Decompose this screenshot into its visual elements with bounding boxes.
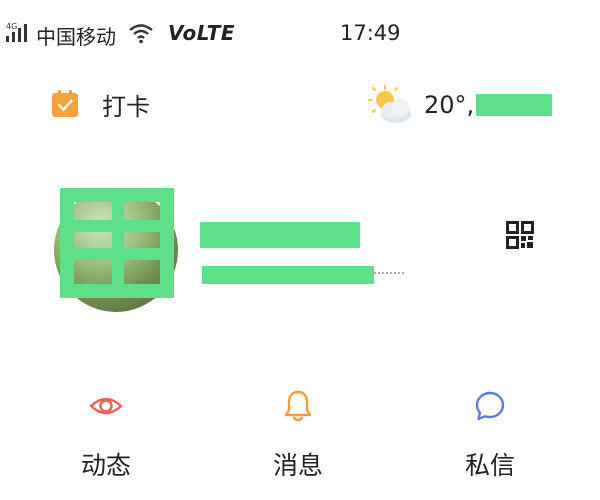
tab-private-messages[interactable]: 私信 [430,388,550,484]
status-time: 17:49 [340,21,401,45]
redacted-profile-name[interactable] [200,222,360,248]
tab-label-activity: 动态 [80,451,131,480]
calendar-check-icon [52,90,78,117]
carrier-name: 中国移动 [36,25,116,49]
tab-label-private-messages: 私信 [464,451,515,480]
tab-label-messages: 消息 [272,451,323,480]
temperature: 20°, [424,91,475,119]
checkin-label: 打卡 [102,92,150,121]
partly-cloudy-icon [368,85,411,123]
wifi-icon [129,24,153,44]
weather-widget[interactable]: 20°, [366,82,553,128]
redacted-weather-text [476,94,553,116]
qr-code-icon[interactable] [506,221,534,249]
redacted-avatar [60,188,174,298]
bell-icon [284,390,312,422]
volte-indicator: VoLTE [168,21,236,45]
network-tag: 4G [6,22,18,31]
status-bar: 4G 中国移动 VoLTE 17:49 [0,0,600,70]
signal-icon: 4G [4,22,34,46]
tab-messages[interactable]: 消息 [238,388,358,484]
chat-bubble-icon [475,391,505,421]
checkin-button[interactable]: 打卡 [50,86,150,122]
tab-activity[interactable]: 动态 [46,388,166,484]
subtitle-overflow [374,272,404,274]
eye-icon [89,397,123,415]
redacted-profile-subtitle [202,266,374,284]
